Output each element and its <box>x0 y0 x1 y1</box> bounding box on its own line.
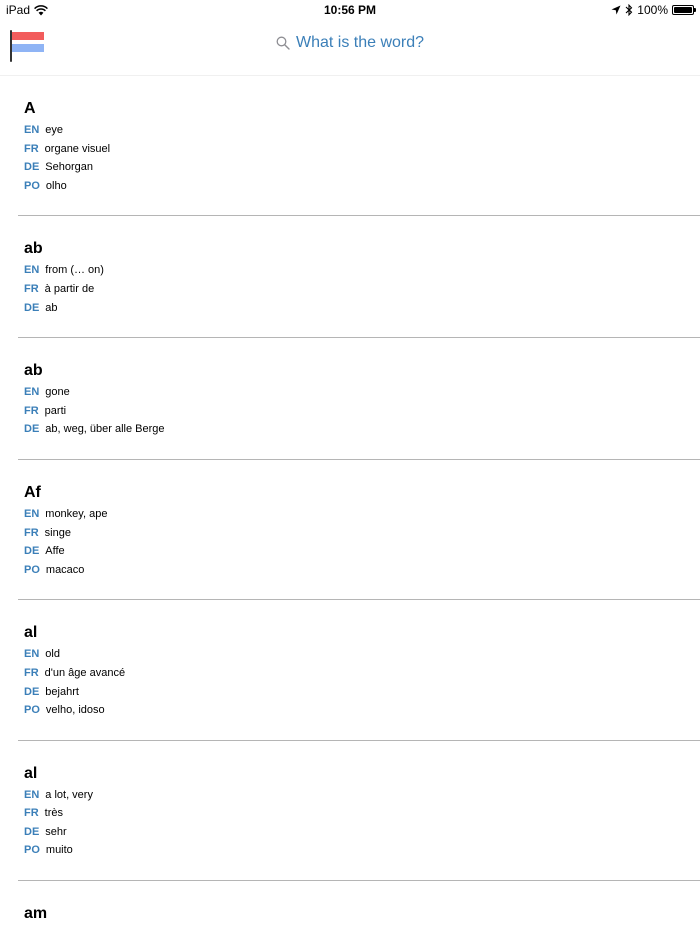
word-entry[interactable]: al EN a lot, very FR très DE sehr PO muito <box>18 741 700 882</box>
translation-row: EN from (… on) <box>24 261 700 280</box>
language-code: FR <box>24 807 39 820</box>
translation-text: old <box>45 648 60 661</box>
language-code: FR <box>24 666 39 679</box>
entry-word: am <box>24 905 48 923</box>
translation-row: PO macaco <box>24 561 700 580</box>
language-code: DE <box>24 545 40 558</box>
language-code: PO <box>24 563 40 576</box>
translation-text: d'un âge avancé <box>44 666 126 679</box>
language-code: FR <box>24 526 39 539</box>
translation-text: from (… on) <box>45 264 104 277</box>
status-bar: iPad 10:56 PM 100% <box>0 0 700 20</box>
translation-row: DE bejahrt <box>24 683 700 702</box>
language-code: FR <box>24 142 39 155</box>
battery-fill <box>674 7 692 13</box>
language-code: EN <box>24 124 40 136</box>
translation-row: FR organe visuel <box>24 140 700 159</box>
word-entry[interactable]: A EN eye FR organe visuel DE Sehorgan PO olho <box>18 76 700 217</box>
translation-text: ab <box>45 301 58 314</box>
translation-row: EN eye <box>24 121 700 140</box>
translation-row: FR parti <box>24 402 700 421</box>
entry-word: ab <box>24 362 43 380</box>
translation-text: bejahrt <box>45 685 79 698</box>
translation-text: organe visuel <box>44 142 111 155</box>
translation-text: a lot, very <box>45 788 93 801</box>
language-code: DE <box>24 825 40 838</box>
battery-icon <box>672 5 696 15</box>
translation-row: FR singe <box>24 524 700 543</box>
language-code: PO <box>24 844 40 857</box>
word-list[interactable]: A EN eye FR organe visuel DE Sehorgan PO olho ab E… <box>0 76 700 926</box>
translation-text: Sehorgan <box>45 161 93 174</box>
translation-text: très <box>44 807 64 820</box>
language-code: FR <box>24 404 39 417</box>
translation-text: singe <box>44 526 71 539</box>
word-entry[interactable]: Af EN monkey, ape FR singe DE Affe PO macaco <box>18 460 700 601</box>
translation-row: DE Sehorgan <box>24 158 700 177</box>
language-code: DE <box>24 161 40 174</box>
translation-row: FR très <box>24 804 700 823</box>
language-code: PO <box>24 179 40 192</box>
translation-text: eye <box>45 124 64 136</box>
translation-text: à partir de <box>44 282 95 295</box>
translation-row: PO olho <box>24 177 700 196</box>
translation-row: DE ab <box>24 299 700 318</box>
translation-row: EN gone <box>24 383 700 402</box>
translation-row: DE ab, weg, über alle Berge <box>24 420 700 439</box>
translation-text: ab, weg, über alle Berge <box>45 423 165 436</box>
bluetooth-icon <box>625 4 633 16</box>
translation-row: PO muito <box>24 841 700 860</box>
translation-text: sehr <box>45 825 67 838</box>
translation-row: EN old <box>24 645 700 664</box>
translation-text: velho, idoso <box>45 704 105 717</box>
search-icon <box>276 36 290 50</box>
location-arrow-icon <box>611 5 621 15</box>
word-entry[interactable]: al EN old FR d'un âge avancé DE bejahrt PO velho… <box>18 600 700 741</box>
status-right: 100% <box>611 3 696 17</box>
translation-row: FR d'un âge avancé <box>24 664 700 683</box>
battery-percent: 100% <box>637 3 668 17</box>
header: What is the word? <box>0 20 700 76</box>
translation-row: EN monkey, ape <box>24 505 700 524</box>
language-code: DE <box>24 301 40 314</box>
translation-row: FR à partir de <box>24 280 700 299</box>
translation-text: parti <box>44 404 67 417</box>
language-code: EN <box>24 507 40 520</box>
language-code: EN <box>24 648 40 661</box>
word-entry[interactable]: ab EN from (… on) FR à partir de DE ab <box>18 216 700 339</box>
language-code: EN <box>24 264 40 277</box>
entry-word: al <box>24 764 38 782</box>
language-code: EN <box>24 386 40 399</box>
language-code: FR <box>24 282 39 295</box>
search-placeholder: What is the word? <box>295 34 425 51</box>
translation-row: EN a lot, very <box>24 786 700 805</box>
translation-text: olho <box>45 179 67 192</box>
translation-text: muito <box>45 844 73 857</box>
entry-word: ab <box>24 240 43 258</box>
language-code: EN <box>24 788 40 801</box>
entry-word: Af <box>24 483 41 501</box>
language-code: DE <box>24 423 40 436</box>
language-code: DE <box>24 685 40 698</box>
translation-text: gone <box>45 386 70 399</box>
entry-word: A <box>24 100 36 117</box>
translation-row: PO velho, idoso <box>24 701 700 720</box>
word-entry[interactable]: ab EN gone FR parti DE ab, weg, über alle Berg… <box>18 338 700 460</box>
translation-row: DE Affe <box>24 542 700 561</box>
search-field[interactable]: What is the word? <box>0 34 700 52</box>
translation-text: Affe <box>45 545 65 558</box>
language-code: PO <box>24 704 40 717</box>
translation-text: macaco <box>45 563 85 576</box>
translation-text: monkey, ape <box>45 507 108 520</box>
entry-word: al <box>24 624 38 642</box>
word-entry[interactable]: am <box>18 881 700 925</box>
status-time: 10:56 PM <box>323 3 377 17</box>
translation-row: DE sehr <box>24 823 700 842</box>
